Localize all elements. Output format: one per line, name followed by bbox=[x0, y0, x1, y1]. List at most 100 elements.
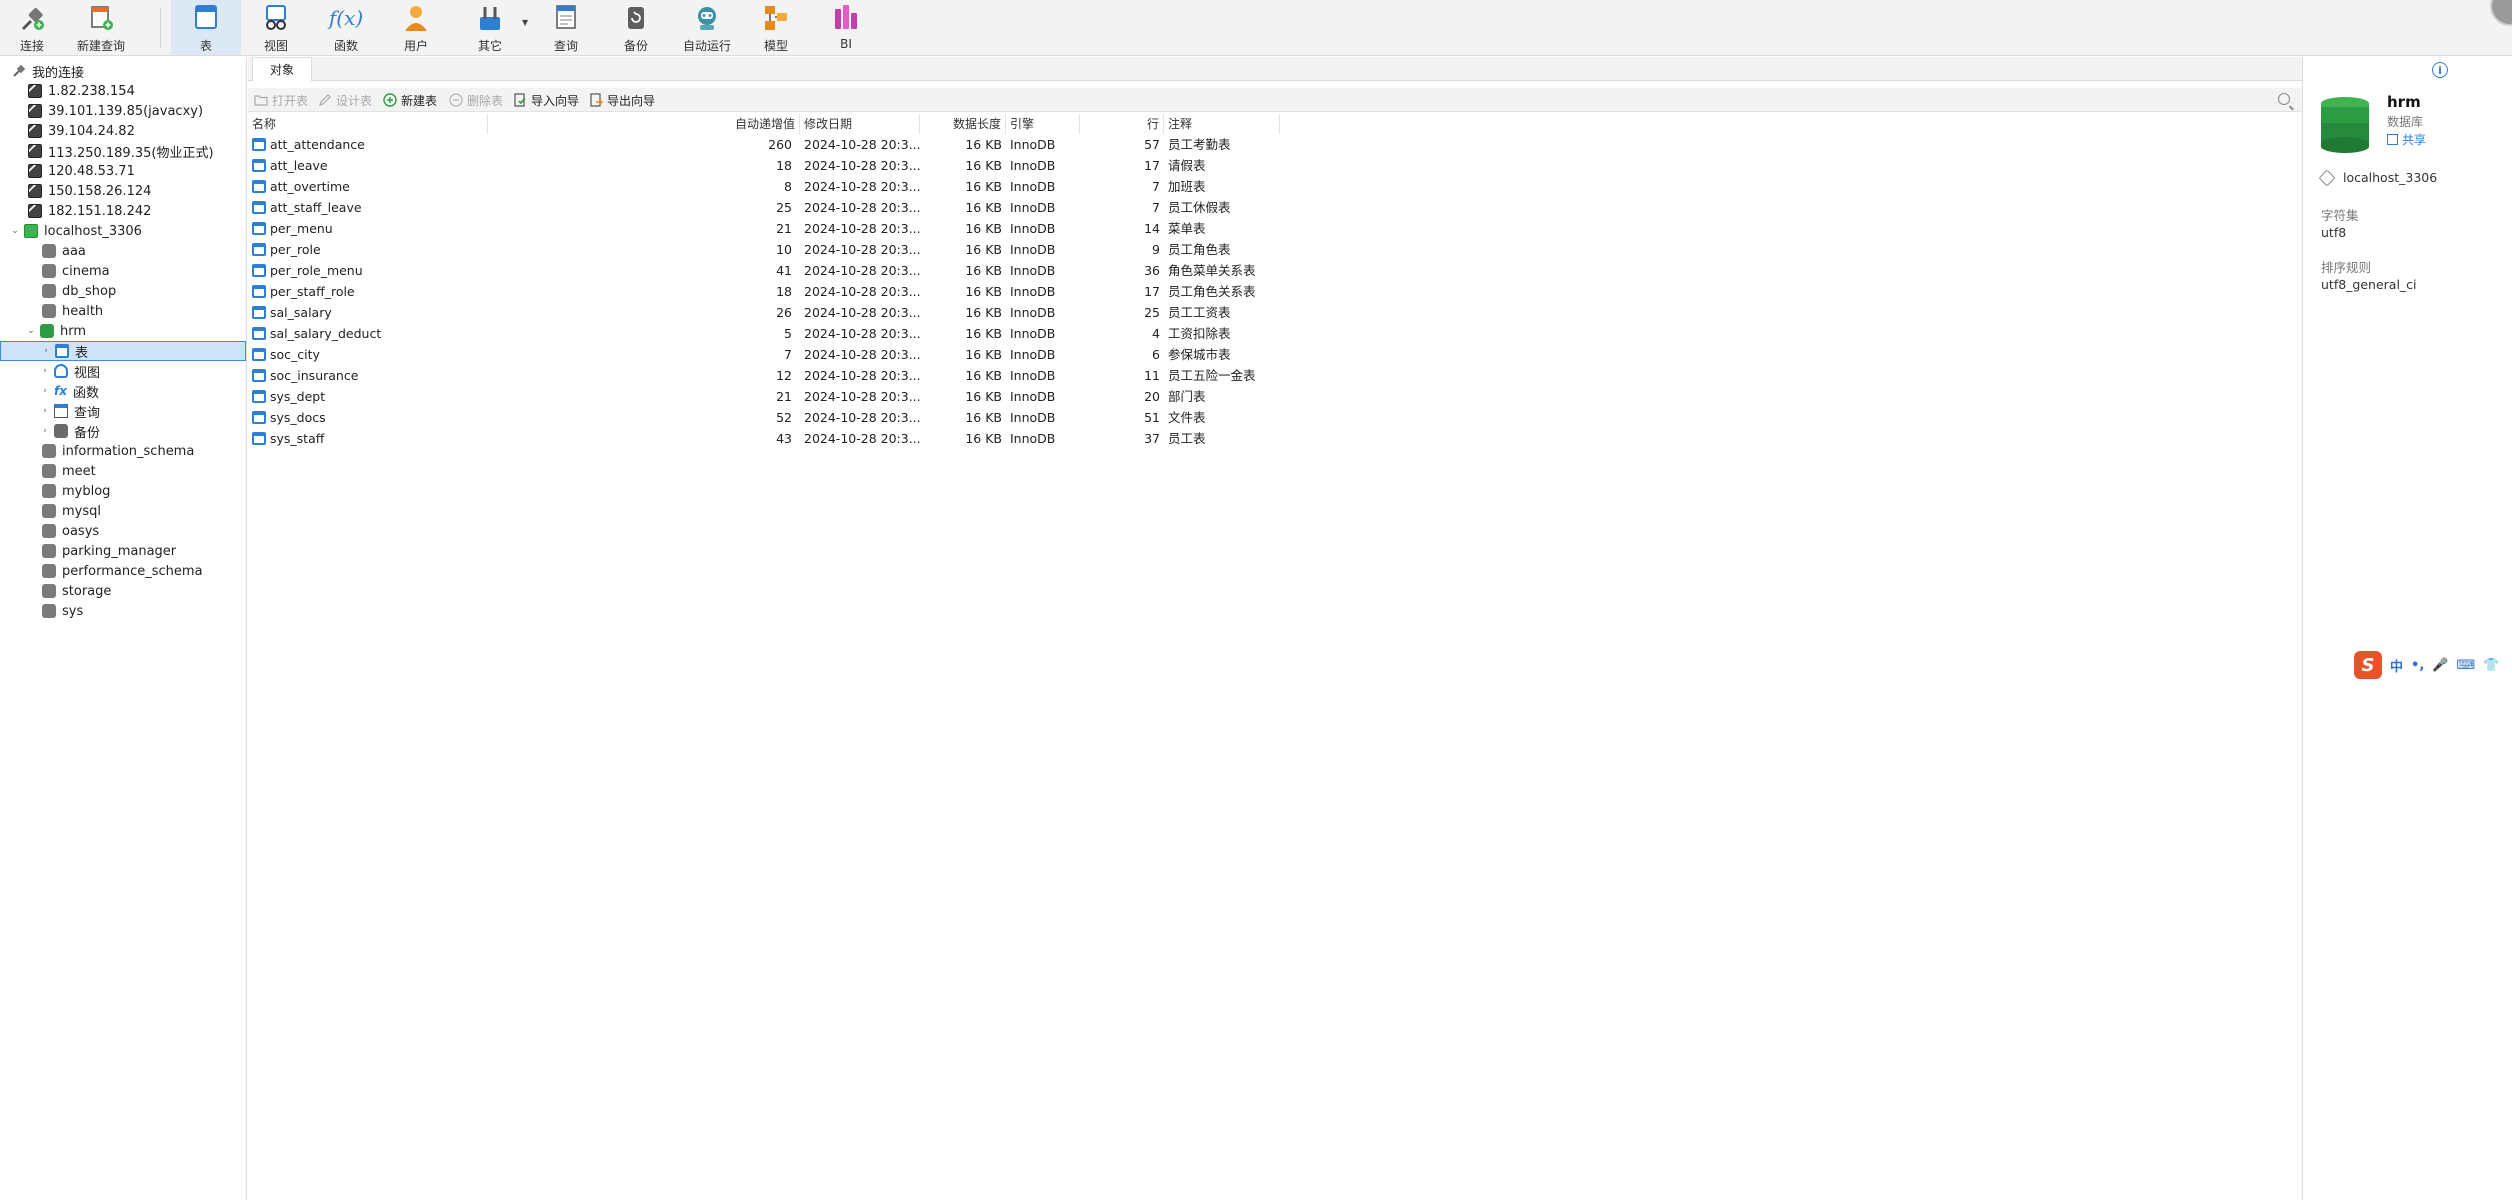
col-header-auto-inc[interactable]: 自动递增值 bbox=[488, 114, 800, 134]
ime-keyboard-icon[interactable]: ⌨ bbox=[2456, 658, 2475, 673]
database-item[interactable]: information_schema bbox=[0, 441, 246, 461]
table-row[interactable]: soc_insurance 12 2024-10-28 20:3... 16 KB In… bbox=[248, 365, 1258, 386]
connection-item[interactable]: 1.82.238.154 bbox=[0, 81, 246, 101]
export-wizard-button[interactable]: 导出向导 bbox=[589, 91, 655, 109]
col-header-name[interactable]: 名称 bbox=[248, 114, 488, 134]
col-header-comment[interactable]: 注释 bbox=[1164, 114, 1280, 134]
cell-engine: InnoDB bbox=[1010, 347, 1056, 362]
cell-comment: 部门表 bbox=[1168, 389, 1206, 404]
new-query-button[interactable]: 新建查询 bbox=[70, 0, 132, 55]
sogou-logo-icon[interactable]: S bbox=[2354, 651, 2382, 679]
new-table-button[interactable]: 新建表 bbox=[383, 91, 437, 109]
table-row[interactable]: att_overtime 8 2024-10-28 20:3... 16 KB Inno… bbox=[248, 176, 1258, 197]
table-row[interactable]: per_role 10 2024-10-28 20:3... 16 KB InnoDB 9… bbox=[248, 239, 1258, 260]
ime-skin-icon[interactable]: 👕 bbox=[2483, 658, 2499, 673]
ime-punctuation-icon[interactable]: •, bbox=[2411, 658, 2424, 673]
database-item[interactable]: health bbox=[0, 301, 246, 321]
import-wizard-button[interactable]: 导入向导 bbox=[513, 91, 579, 109]
delete-table-button[interactable]: 删除表 bbox=[449, 91, 503, 109]
tree-item-functions[interactable]: › fx 函数 bbox=[0, 381, 246, 401]
ime-toolbar[interactable]: S 中 •, 🎤 ⌨ 👕 bbox=[2354, 650, 2512, 680]
database-item[interactable]: mysql bbox=[0, 501, 246, 521]
database-item-hrm[interactable]: ⌄ hrm bbox=[0, 321, 246, 341]
connection-localhost[interactable]: ⌄ localhost_3306 bbox=[0, 221, 246, 241]
database-item[interactable]: parking_manager bbox=[0, 541, 246, 561]
database-item[interactable]: sys bbox=[0, 601, 246, 621]
col-header-rows[interactable]: 行 bbox=[1080, 114, 1164, 134]
other-button[interactable]: 其它 bbox=[470, 0, 510, 55]
view-button[interactable]: 视图 bbox=[256, 0, 296, 55]
open-table-button[interactable]: 打开表 bbox=[254, 91, 308, 109]
chevron-down-icon[interactable]: ⌄ bbox=[10, 226, 20, 236]
table-row[interactable]: sys_staff 43 2024-10-28 20:3... 16 KB InnoDB… bbox=[248, 428, 1258, 449]
tree-item-backups[interactable]: › 备份 bbox=[0, 421, 246, 441]
table-row[interactable]: att_attendance 260 2024-10-28 20:3... 16 KB… bbox=[248, 134, 1258, 155]
database-item[interactable]: storage bbox=[0, 581, 246, 601]
database-label: aaa bbox=[62, 243, 86, 259]
table-row[interactable]: sys_dept 21 2024-10-28 20:3... 16 KB InnoDB 2… bbox=[248, 386, 1258, 407]
table-row[interactable]: sal_salary_deduct 5 2024-10-28 20:3... 16 K… bbox=[248, 323, 1258, 344]
database-item[interactable]: performance_schema bbox=[0, 561, 246, 581]
table-row[interactable]: sal_salary 26 2024-10-28 20:3... 16 KB InnoD… bbox=[248, 302, 1258, 323]
chevron-right-icon[interactable]: › bbox=[40, 386, 50, 396]
table-row[interactable]: per_role_menu 41 2024-10-28 20:3... 16 KB In… bbox=[248, 260, 1258, 281]
database-item[interactable]: meet bbox=[0, 461, 246, 481]
user-button[interactable]: 用户 bbox=[396, 0, 436, 55]
share-link[interactable]: 共享 bbox=[2387, 131, 2426, 148]
database-item[interactable]: oasys bbox=[0, 521, 246, 541]
info-icon[interactable]: i bbox=[2432, 62, 2448, 78]
connection-item[interactable]: 150.158.26.124 bbox=[0, 181, 246, 201]
ime-voice-icon[interactable]: 🎤 bbox=[2432, 658, 2448, 673]
minus-circle-icon bbox=[449, 93, 463, 107]
tree-root-my-connections[interactable]: 我的连接 bbox=[0, 61, 246, 81]
connection-item[interactable]: 113.250.189.35(物业正式) bbox=[0, 141, 246, 161]
database-item[interactable]: myblog bbox=[0, 481, 246, 501]
tree-item-label: 函数 bbox=[72, 385, 99, 401]
col-header-modified[interactable]: 修改日期 bbox=[800, 114, 920, 134]
chevron-right-icon[interactable]: › bbox=[40, 366, 50, 376]
cell-data-length: 16 KB bbox=[965, 389, 1002, 404]
connection-item[interactable]: 39.101.139.85(javacxy) bbox=[0, 101, 246, 121]
database-item[interactable]: db_shop bbox=[0, 281, 246, 301]
database-item[interactable]: aaa bbox=[0, 241, 246, 261]
chevron-right-icon[interactable]: › bbox=[40, 426, 50, 436]
chevron-right-icon[interactable]: › bbox=[41, 346, 51, 356]
tree-item-queries[interactable]: › 查询 bbox=[0, 401, 246, 421]
chevron-right-icon[interactable]: › bbox=[40, 406, 50, 416]
cell-comment: 请假表 bbox=[1168, 158, 1206, 173]
table-row[interactable]: att_staff_leave 25 2024-10-28 20:3... 16 KB… bbox=[248, 197, 1258, 218]
automation-button[interactable]: 自动运行 bbox=[680, 0, 734, 55]
backup-button[interactable]: 备份 bbox=[616, 0, 656, 55]
table-row[interactable]: per_staff_role 18 2024-10-28 20:3... 16 KB I… bbox=[248, 281, 1258, 302]
table-row[interactable]: att_leave 18 2024-10-28 20:3... 16 KB InnoDB… bbox=[248, 155, 1258, 176]
connection-item[interactable]: 39.104.24.82 bbox=[0, 121, 246, 141]
tab-objects[interactable]: 对象 bbox=[252, 57, 312, 81]
design-table-button[interactable]: 设计表 bbox=[318, 91, 372, 109]
col-header-data-length[interactable]: 数据长度 bbox=[920, 114, 1006, 134]
model-button[interactable]: 模型 bbox=[756, 0, 796, 55]
chevron-down-icon[interactable]: ⌄ bbox=[26, 326, 36, 336]
table-icon bbox=[252, 411, 266, 424]
table-row[interactable]: sys_docs 52 2024-10-28 20:3... 16 KB InnoDB 5… bbox=[248, 407, 1258, 428]
user-avatar[interactable] bbox=[2490, 0, 2512, 26]
search-icon[interactable] bbox=[2278, 93, 2290, 105]
ime-chinese-mode[interactable]: 中 bbox=[2390, 656, 2403, 675]
tree-item-views[interactable]: › 视图 bbox=[0, 361, 246, 381]
query-button[interactable]: 查询 bbox=[546, 0, 586, 55]
bi-button[interactable]: BI bbox=[826, 0, 866, 55]
table-icon bbox=[252, 264, 266, 277]
connection-item[interactable]: 120.48.53.71 bbox=[0, 161, 246, 181]
cell-rows: 36 bbox=[1144, 263, 1160, 278]
connect-button[interactable]: 连接 bbox=[10, 0, 54, 55]
col-header-engine[interactable]: 引擎 bbox=[1006, 114, 1080, 134]
table-row[interactable]: soc_city 7 2024-10-28 20:3... 16 KB InnoDB 6 参… bbox=[248, 344, 1258, 365]
database-item[interactable]: cinema bbox=[0, 261, 246, 281]
table-row[interactable]: per_menu 21 2024-10-28 20:3... 16 KB InnoDB 1… bbox=[248, 218, 1258, 239]
connection-item[interactable]: 182.151.18.242 bbox=[0, 201, 246, 221]
cell-engine: InnoDB bbox=[1010, 410, 1056, 425]
tree-item-tables[interactable]: › 表 bbox=[0, 341, 246, 361]
function-button[interactable]: f(x) 函数 bbox=[324, 0, 368, 55]
host-info: localhost_3306 bbox=[2318, 169, 2437, 186]
other-dropdown-icon[interactable]: ▼ bbox=[522, 18, 528, 27]
table-button[interactable]: 表 bbox=[171, 0, 241, 55]
